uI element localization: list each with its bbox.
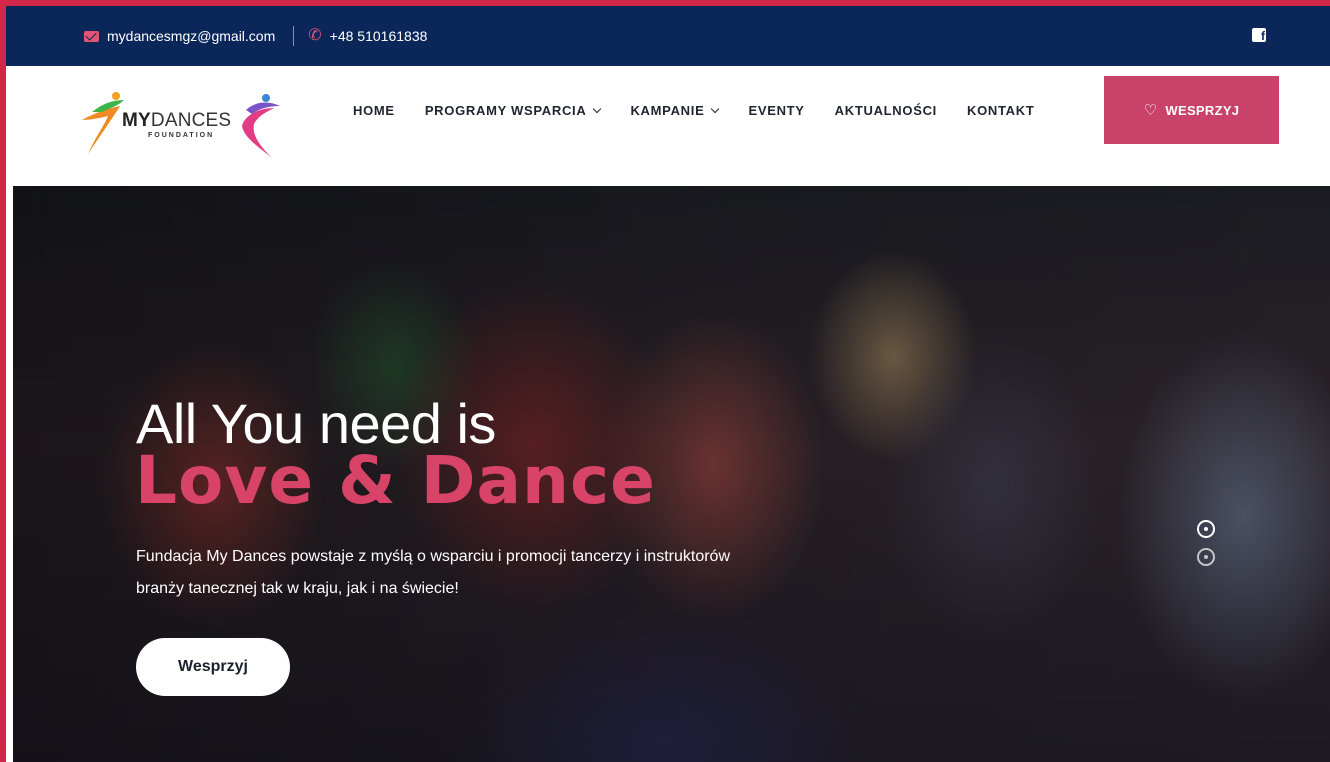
hero-donate-button[interactable]: Wesprzyj: [136, 638, 290, 696]
site-logo[interactable]: MYDANCES FOUNDATION: [74, 86, 284, 158]
email-link[interactable]: mydancesmgz@gmail.com: [84, 28, 275, 44]
email-text: mydancesmgz@gmail.com: [107, 28, 276, 44]
facebook-icon[interactable]: f: [1252, 28, 1266, 43]
heart-icon: ♡: [1143, 101, 1158, 119]
logo-name-bold: MY: [122, 110, 151, 131]
phone-link[interactable]: ✆ +48 510161838: [308, 27, 428, 45]
logo-wordmark: MYDANCES: [122, 110, 231, 132]
phone-text: +48 510161838: [329, 28, 428, 44]
nav-item-aktualnosci[interactable]: AKTUALNOŚCI: [835, 103, 937, 118]
nav-label: KAMPANIE: [630, 102, 705, 118]
contact-info: mydancesmgz@gmail.com ✆ +48 510161838: [84, 6, 427, 66]
hero-slider: All You need is Love & Dance Fundacja My…: [13, 186, 1330, 762]
nav-item-home[interactable]: HOME: [353, 103, 395, 118]
logo-subtitle: FOUNDATION: [148, 132, 215, 139]
hero-description: Fundacja My Dances powstaje z myślą o ws…: [136, 548, 730, 597]
phone-icon: ✆: [308, 27, 322, 44]
nav-item-programy-wsparcia[interactable]: PROGRAMY WSPARCIA: [424, 102, 602, 118]
logo-name-thin: DANCES: [150, 110, 232, 131]
envelope-icon: [84, 30, 99, 42]
nav-item-kampanie[interactable]: KAMPANIE: [630, 102, 720, 118]
nav-label: KONTAKT: [966, 102, 1035, 118]
nav-label: EVENTY: [748, 102, 805, 118]
nav-item-kontakt[interactable]: KONTAKT: [967, 103, 1034, 118]
nav-label: HOME: [353, 102, 395, 118]
donate-button[interactable]: ♡ WESPRZYJ: [1104, 76, 1279, 144]
site-header: MYDANCES FOUNDATION HOME PROGRAMY WSPARC…: [6, 66, 1330, 178]
chevron-down-icon: [593, 104, 602, 113]
slider-dot-2[interactable]: [1197, 548, 1215, 566]
nav-label: PROGRAMY WSPARCIA: [424, 102, 587, 118]
page-frame: mydancesmgz@gmail.com ✆ +48 510161838 f: [6, 6, 1330, 762]
divider: [293, 26, 295, 46]
slider-dot-1[interactable]: [1197, 520, 1215, 538]
top-bar: mydancesmgz@gmail.com ✆ +48 510161838 f: [6, 6, 1330, 66]
nav-label: AKTUALNOŚCI: [834, 102, 937, 118]
nav-item-eventy[interactable]: EVENTY: [748, 103, 804, 118]
hero-title-line2: Love & Dance: [135, 442, 656, 519]
main-nav: HOME PROGRAMY WSPARCIA KAMPANIE EVENTY A…: [353, 66, 1034, 154]
donate-label: WESPRZYJ: [1165, 102, 1240, 118]
chevron-down-icon: [711, 104, 720, 113]
